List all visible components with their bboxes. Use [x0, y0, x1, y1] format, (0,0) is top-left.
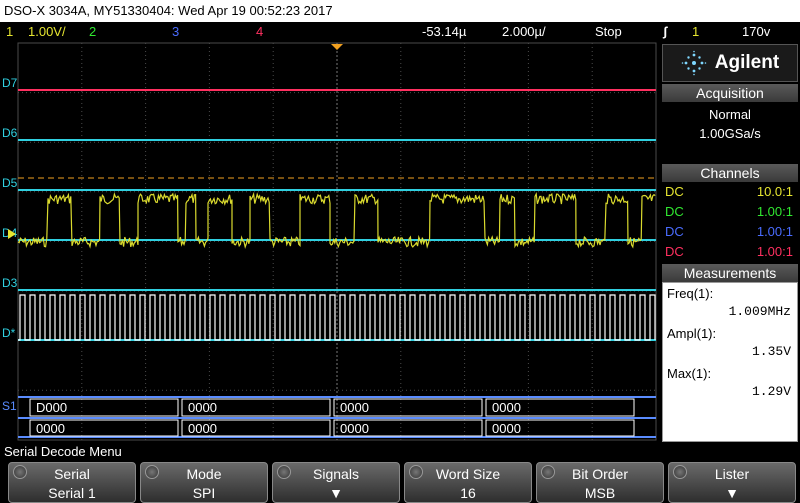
softkey-serial[interactable]: Serial Serial 1	[8, 462, 136, 503]
channel-row[interactable]: DC 10.0:1	[663, 182, 797, 202]
channel-probe-ratio: 1.00:1	[756, 244, 793, 259]
graticule-svg[interactable]: D7D6D5D4D3D*S1D0000000000000000000000000…	[0, 42, 660, 442]
softkey-word-size[interactable]: Word Size 16	[404, 462, 532, 503]
softkey-label: Word Size	[435, 466, 501, 482]
digital-label[interactable]: D3	[2, 276, 18, 290]
channel-probe-ratio: 1.00:1	[756, 224, 793, 239]
channel-probe-ratio: 1.00:1	[756, 204, 793, 219]
measurement-name[interactable]: Max(1):	[667, 366, 711, 381]
channel-coupling: DC	[665, 184, 684, 199]
channel-row[interactable]: DC 1.00:1	[663, 222, 797, 242]
submenu-arrow-icon: ▼	[329, 485, 343, 501]
softkey-lister[interactable]: Lister ▼	[668, 462, 796, 503]
decode-word[interactable]: D000	[36, 400, 67, 415]
channel-coupling: DC	[665, 224, 684, 239]
softkey-mode[interactable]: Mode SPI	[140, 462, 268, 503]
decode-word[interactable]: 0000	[188, 400, 217, 415]
acquisition-info: Normal 1.00GSa/s	[662, 102, 798, 162]
brand-logo: Agilent	[662, 44, 798, 82]
decode-word[interactable]: 0000	[492, 400, 521, 415]
trigger-level[interactable]: 170v	[742, 22, 770, 42]
softkey-label: Signals	[313, 466, 359, 482]
softkey-label: Lister	[714, 466, 750, 482]
digital-label[interactable]: D7	[2, 76, 18, 90]
softkey-value: 16	[460, 485, 476, 501]
submenu-arrow-icon: ▼	[725, 485, 739, 501]
waveform-display[interactable]: D7D6D5D4D3D*S1D0000000000000000000000000…	[0, 42, 660, 442]
agilent-spark-icon	[681, 50, 707, 76]
channel-coupling: DC	[665, 204, 684, 219]
decode-word[interactable]: 0000	[340, 421, 369, 436]
softkey-label: Serial	[54, 466, 90, 482]
menu-title: Serial Decode Menu	[0, 442, 800, 462]
softkey-value: Serial 1	[48, 485, 96, 501]
rising-edge-icon: ʃ	[663, 24, 668, 39]
decode-word[interactable]: 0000	[36, 421, 65, 436]
digital-label[interactable]: D5	[2, 176, 18, 190]
decode-word[interactable]: 0000	[340, 400, 369, 415]
trigger-source[interactable]: 1	[692, 22, 699, 42]
softkey-bit-order[interactable]: Bit Order MSB	[536, 462, 664, 503]
digital-label[interactable]: D6	[2, 126, 18, 140]
acquisition-mode: Normal	[709, 107, 751, 122]
measurement-value: 1.29V	[751, 384, 791, 399]
status-bar: 1 1.00V/ 2 3 4 -53.14µ 2.000µ/ Stop ʃ 1 …	[0, 22, 800, 42]
timebase[interactable]: 2.000µ/	[502, 22, 546, 42]
softkey-value: SPI	[192, 485, 216, 501]
channel-probe-ratio: 10.0:1	[756, 184, 793, 199]
channel-coupling: DC	[665, 244, 684, 259]
side-panel: Agilent Acquisition Normal 1.00GSa/s Cha…	[660, 42, 800, 442]
softkey-signals[interactable]: Signals ▼	[272, 462, 400, 503]
softkey-bar: Serial Serial 1 Mode SPI Signals ▼ Word Size 16…	[0, 462, 800, 503]
softkey-label: Bit Order	[571, 466, 628, 482]
channels-title[interactable]: Channels	[662, 164, 798, 182]
ch1-scale[interactable]: 1.00V/	[28, 22, 66, 42]
decode-word[interactable]: 0000	[188, 421, 217, 436]
measurement-value: 1.009MHz	[728, 304, 791, 319]
run-state[interactable]: Stop	[595, 22, 622, 42]
ch1-number[interactable]: 1	[6, 22, 13, 42]
decode-word[interactable]: 0000	[492, 421, 521, 436]
channel-row[interactable]: DC 1.00:1	[663, 202, 797, 222]
measurement-name[interactable]: Freq(1):	[667, 286, 713, 301]
softkey-value: MSB	[584, 485, 616, 501]
ch3-number[interactable]: 3	[172, 22, 179, 42]
window-title: DSO-X 3034A, MY51330404: Wed Apr 19 00:5…	[0, 0, 800, 22]
clock-waveform	[18, 294, 656, 341]
measurement-name[interactable]: Ampl(1):	[667, 326, 716, 341]
horizontal-delay[interactable]: -53.14µ	[422, 22, 466, 42]
digital-label[interactable]: D*	[2, 326, 16, 340]
acquisition-title[interactable]: Acquisition	[662, 84, 798, 102]
measurements-title[interactable]: Measurements	[662, 264, 798, 282]
ch2-number[interactable]: 2	[89, 22, 96, 42]
trigger-position-marker	[331, 44, 343, 50]
brand-name: Agilent	[714, 52, 780, 73]
ch4-number[interactable]: 4	[256, 22, 263, 42]
sample-rate: 1.00GSa/s	[699, 126, 761, 141]
measurements-list: Freq(1): 1.009MHz Ampl(1): 1.35V Max(1): 1.29…	[662, 282, 798, 442]
softkey-label: Mode	[186, 466, 222, 482]
measurement-value: 1.35V	[751, 344, 791, 359]
channel-row[interactable]: DC 1.00:1	[663, 242, 797, 262]
serial-label[interactable]: S1	[2, 399, 17, 413]
